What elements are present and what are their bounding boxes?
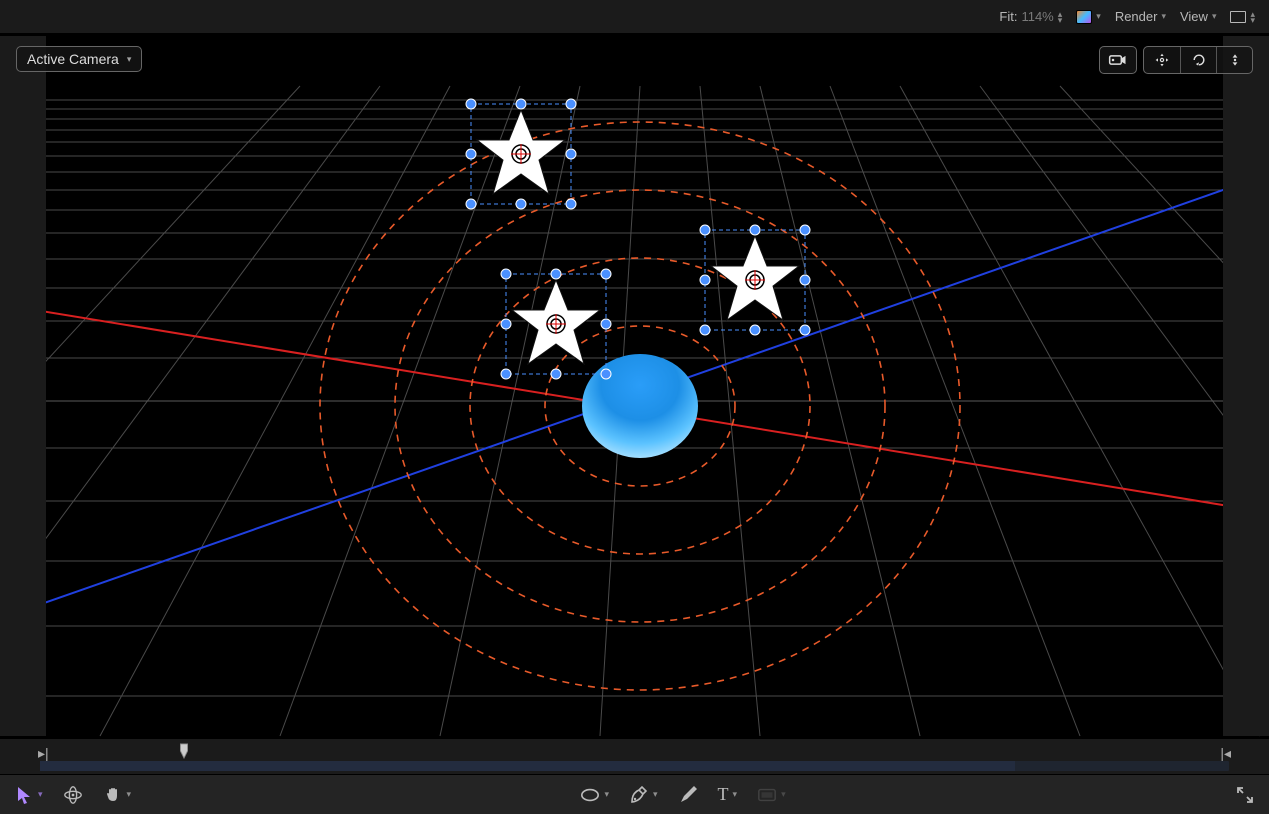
orbit-3d-button[interactable] [1180,47,1216,73]
fit-zoom-control[interactable]: Fit: 114% ▴▾ [999,9,1062,24]
chevron-down-icon: ▾ [653,789,658,800]
playhead[interactable] [179,743,189,759]
color-swatch-icon [1076,10,1092,24]
pan-tool[interactable]: ▾ [103,781,132,809]
viewport-svg [0,34,1269,738]
rectangle-icon [1230,11,1246,23]
canvas-margin-right [1223,36,1269,736]
3d-transform-tool[interactable] [63,781,83,809]
color-channels-menu[interactable]: ▾ [1076,10,1101,24]
canvas-3d-scene [0,34,1269,738]
chevron-down-icon: ▾ [38,789,43,800]
camera-label: Active Camera [27,51,119,67]
chevron-down-icon: ▾ [127,54,132,65]
star-object-2[interactable] [501,269,611,379]
text-icon: T [718,784,729,805]
dolly-3d-button[interactable] [1216,47,1252,73]
stepper-icon: ▴▾ [1058,11,1063,23]
canvas-margin-left [0,36,46,736]
pen-tool[interactable]: ▾ [629,781,658,809]
text-tool[interactable]: T ▾ [718,781,738,809]
mask-tool: ▾ [757,781,786,809]
shape-tool[interactable]: ▾ [580,781,609,809]
chevron-down-icon: ▾ [604,789,609,800]
mini-timeline[interactable]: ▸| |◂ [0,738,1269,774]
fullscreen-toggle[interactable] [1235,781,1255,809]
chevron-down-icon: ▾ [1161,11,1166,22]
chevron-down-icon: ▾ [781,789,786,800]
star-object-1[interactable] [466,99,576,209]
pan-3d-button[interactable] [1144,47,1180,73]
app-root: Fit: 114% ▴▾ ▾ Render ▾ View ▾ ▴▾ [0,0,1269,814]
star-object-3[interactable] [700,225,810,335]
bottom-toolbar: ▾ ▾ ▾ ▾ T ▾ ▾ [0,774,1269,814]
in-point-marker[interactable]: ▸| [38,745,49,762]
stepper-icon: ▴▾ [1250,11,1255,23]
frame-camera-button[interactable] [1100,47,1136,73]
chevron-down-icon: ▾ [733,789,738,800]
fit-value: 114% [1021,9,1053,24]
canvas-top-toolbar: Fit: 114% ▴▾ ▾ Render ▾ View ▾ ▴▾ [0,0,1269,34]
render-menu[interactable]: Render ▾ [1115,9,1166,24]
chevron-down-icon: ▾ [127,789,132,800]
sphere-object[interactable] [582,354,698,458]
view-label: View [1180,9,1208,24]
render-label: Render [1115,9,1158,24]
fit-label: Fit: [999,9,1017,24]
chevron-down-icon: ▾ [1096,11,1101,22]
chevron-down-icon: ▾ [1212,11,1217,22]
camera-nav-tools [1099,46,1253,74]
out-point-marker[interactable]: |◂ [1220,745,1231,762]
paint-stroke-tool[interactable] [678,781,698,809]
timeline-track[interactable] [40,761,1229,771]
view-menu[interactable]: View ▾ [1180,9,1216,24]
camera-view-dropdown[interactable]: Active Camera ▾ [16,46,142,72]
safe-zones-menu[interactable]: ▴▾ [1230,11,1255,23]
canvas-viewport[interactable]: Active Camera ▾ [0,34,1269,738]
select-tool[interactable]: ▾ [14,781,43,809]
